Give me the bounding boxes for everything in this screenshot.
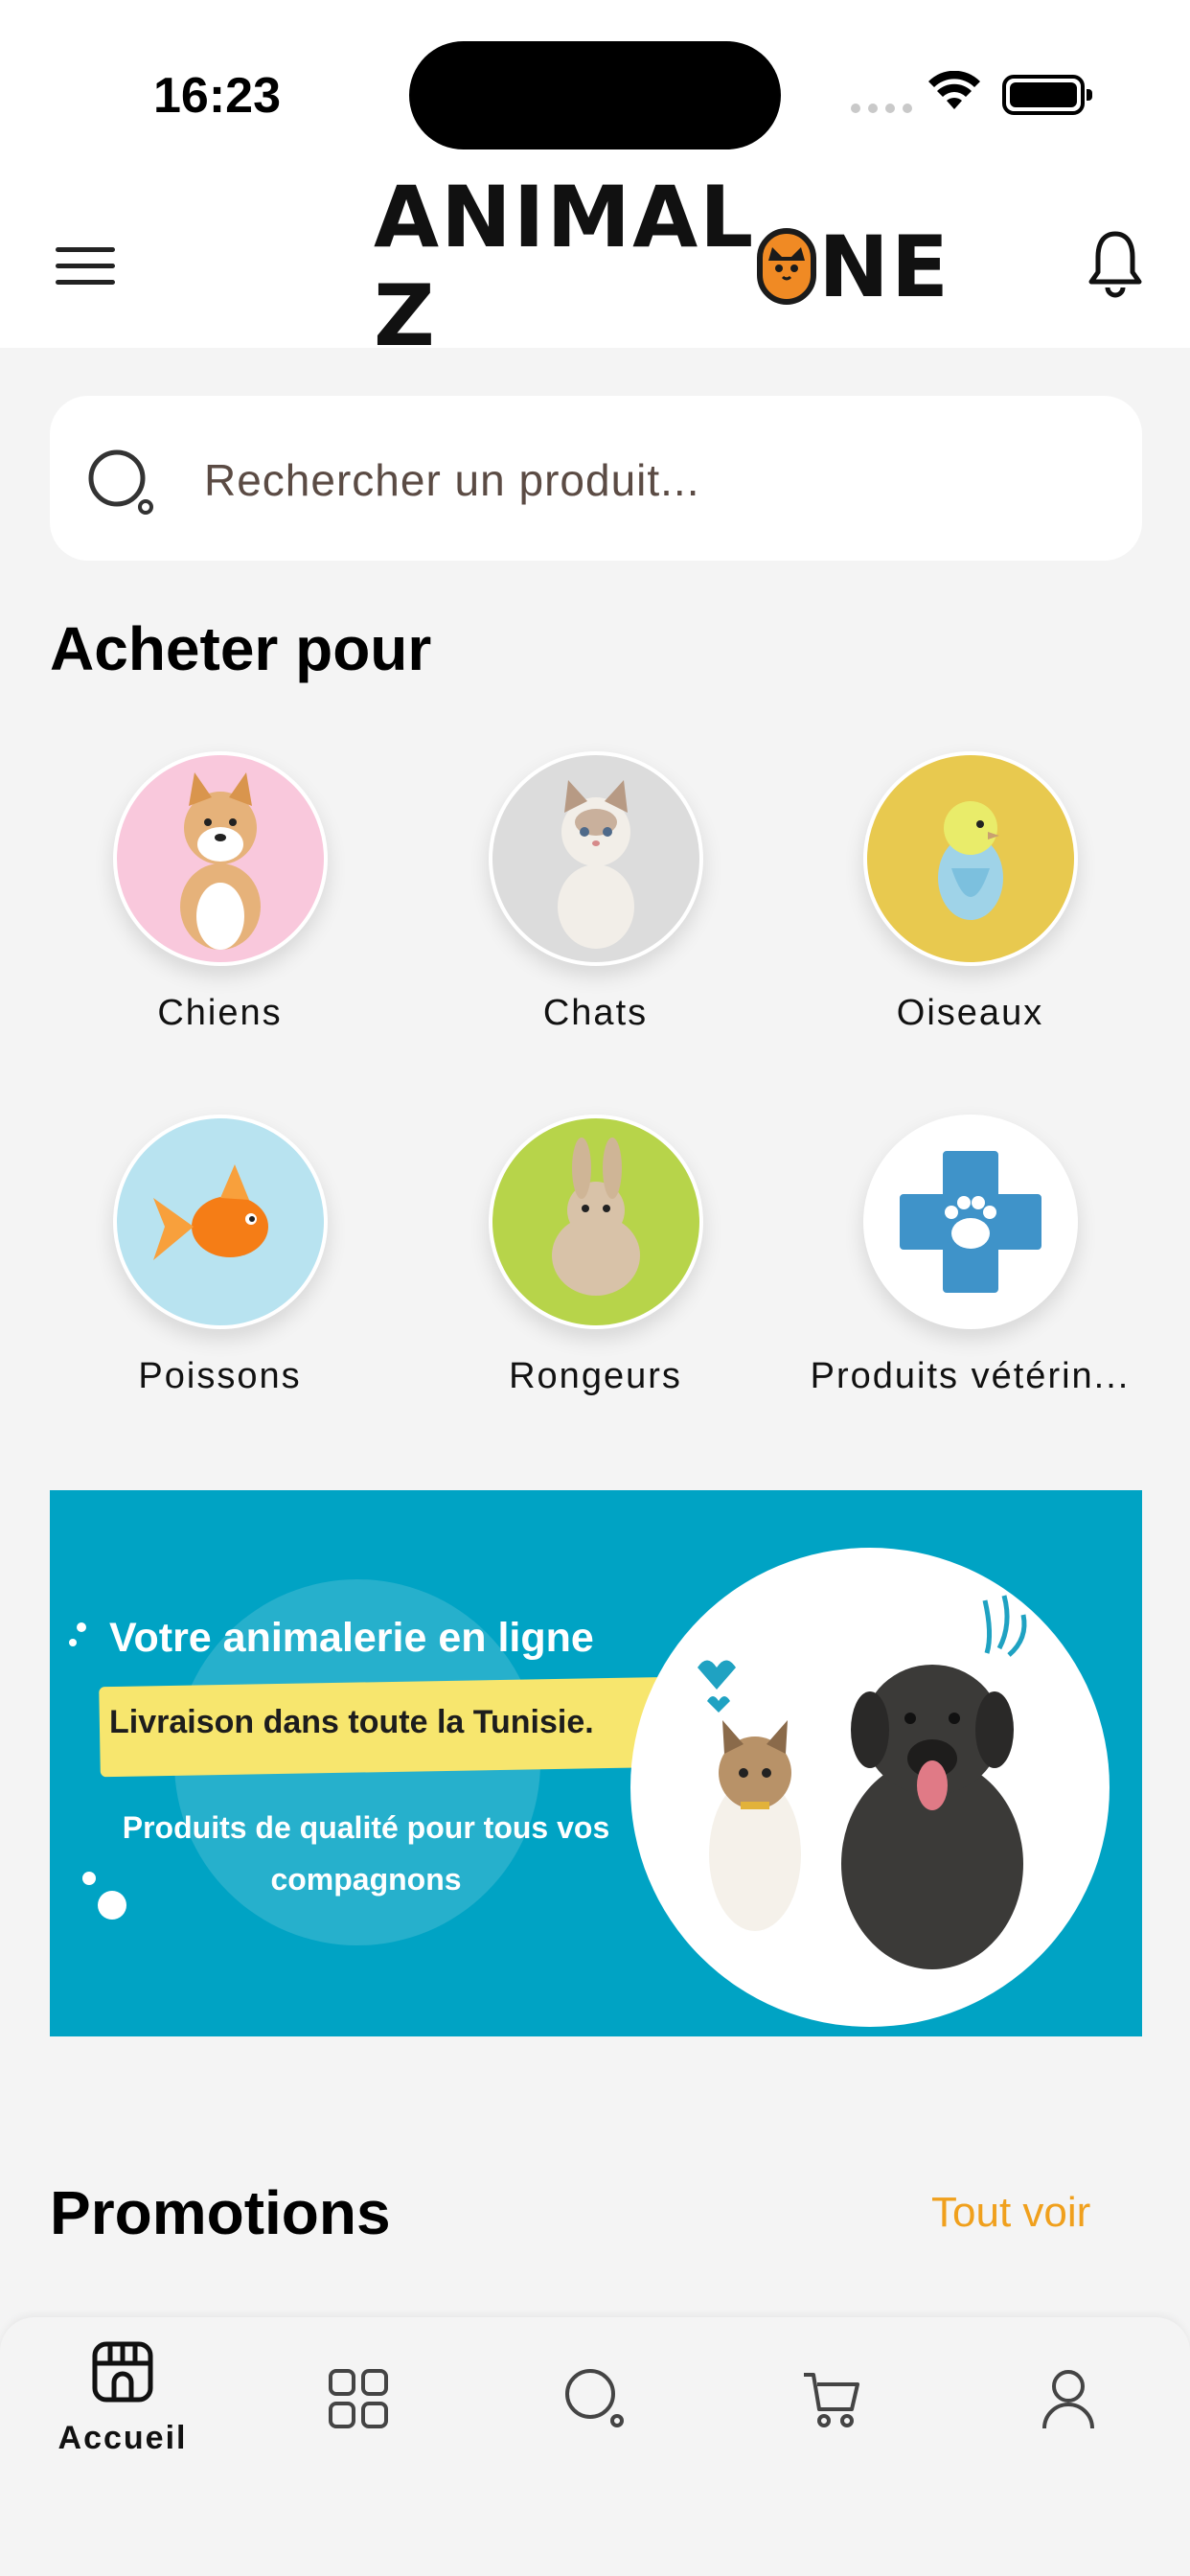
tab-profile[interactable]: [992, 2367, 1145, 2501]
category-label: Rongeurs: [509, 1356, 682, 1396]
wifi-icon: [928, 71, 980, 109]
category-label: Chats: [542, 993, 649, 1033]
search-icon: [565, 2369, 624, 2427]
tab-home-label: Accueil: [57, 2420, 188, 2456]
banner-dot: [69, 1639, 77, 1646]
category-label: Poissons: [138, 1356, 302, 1396]
status-time: 16:23: [153, 68, 281, 124]
brand-logo-right: NE: [818, 217, 951, 316]
see-all-link[interactable]: Tout voir: [931, 2189, 1090, 2237]
category-fish[interactable]: Poissons: [32, 1115, 408, 1397]
banner-tag: Livraison dans toute la Tunisie.: [109, 1704, 594, 1740]
brand-logo: ANIMAL Z NE: [374, 168, 949, 365]
category-label: Oiseaux: [896, 993, 1044, 1033]
battery-icon: [1002, 75, 1092, 115]
cat-icon: [488, 751, 703, 966]
category-rodents[interactable]: Rongeurs: [407, 1115, 784, 1397]
cellular-signal-icon: [851, 104, 912, 113]
banner-pets-photo: [630, 1548, 1110, 2027]
category-birds[interactable]: Oiseaux: [782, 751, 1158, 1034]
banner-subline: Produits de qualité pour tous vos compag…: [122, 1810, 610, 1897]
profile-icon: [1042, 2370, 1094, 2429]
bell-icon[interactable]: [1087, 230, 1144, 299]
section-title-shop-for: Acheter pour: [50, 614, 432, 683]
tab-categories[interactable]: [282, 2367, 435, 2501]
banner-dot: [77, 1622, 86, 1632]
dog-icon: [112, 751, 328, 966]
tab-home[interactable]: Accueil: [46, 2338, 199, 2472]
banner-headline: Votre animalerie en ligne: [109, 1615, 594, 1661]
search-icon: [88, 449, 153, 515]
dynamic-island: [409, 41, 781, 150]
section-title-promotions: Promotions: [50, 2178, 391, 2247]
search-input[interactable]: Rechercher un produit...: [204, 454, 700, 506]
cart-icon: [804, 2373, 859, 2427]
category-dogs[interactable]: Chiens: [32, 751, 408, 1034]
store-icon: [92, 2341, 153, 2403]
category-cats[interactable]: Chats: [407, 751, 784, 1034]
vet-cross-icon: [862, 1115, 1078, 1329]
category-label: Produits vétérin...: [810, 1356, 1131, 1396]
tab-cart[interactable]: [755, 2367, 908, 2501]
promo-banner[interactable]: Votre animalerie en ligne Livraison dans…: [50, 1490, 1142, 2036]
bird-icon: [862, 751, 1078, 966]
category-label: Chiens: [157, 993, 283, 1033]
menu-icon[interactable]: [56, 247, 115, 286]
category-vet-products[interactable]: Produits vétérin...: [782, 1115, 1158, 1397]
fish-icon: [112, 1115, 328, 1329]
logo-cat-icon: [757, 228, 817, 305]
categories-icon: [329, 2369, 388, 2428]
tab-search[interactable]: [518, 2367, 672, 2501]
rabbit-icon: [488, 1115, 703, 1329]
brand-logo-left: ANIMAL Z: [374, 168, 756, 365]
app-header: 16:23 ANIMAL Z NE: [0, 0, 1190, 365]
